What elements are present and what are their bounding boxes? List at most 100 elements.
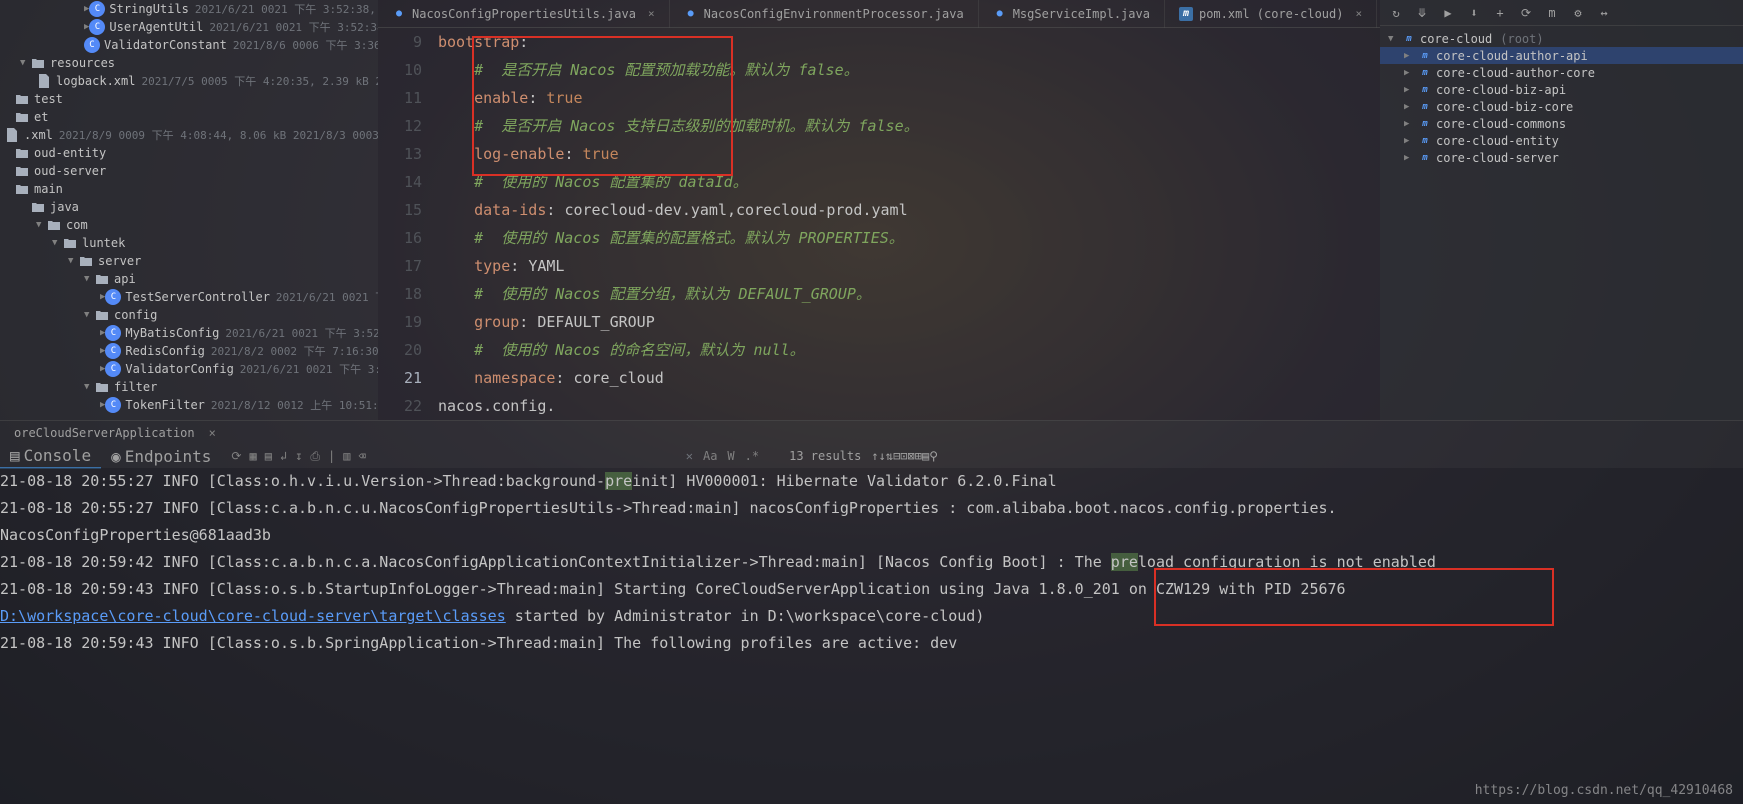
console-line[interactable]: 21-08-18 20:59:43 INFO [Class:o.s.b.Star… — [0, 576, 1743, 603]
console-link[interactable]: D:\workspace\core-cloud\core-cloud-serve… — [0, 607, 506, 625]
chevron-icon[interactable]: ▼ — [1388, 34, 1398, 44]
maven-item[interactable]: ▶mcore-cloud-biz-core — [1380, 98, 1743, 115]
project-tree[interactable]: ▶CStringUtils2021/6/21 0021 下午 3:52:38, … — [0, 0, 378, 420]
stop-icon[interactable]: ▦ — [249, 449, 256, 464]
regex-icon[interactable]: .* — [745, 449, 759, 463]
chevron-icon[interactable]: ▶ — [1404, 119, 1414, 129]
tree-item-UserAgentUtil[interactable]: ▶CUserAgentUtil2021/6/21 0021 下午 3:52:38… — [0, 18, 378, 36]
editor-tab[interactable]: mpom.xml (core-cloud)× — [1165, 0, 1377, 28]
code-line[interactable]: bootstrap: — [438, 28, 1380, 56]
tree-item-resources[interactable]: ▼resources — [0, 54, 378, 72]
tab-console[interactable]: ▤Console — [0, 444, 101, 469]
code-line[interactable]: # 使用的 Nacos 配置分组，默认为 DEFAULT_GROUP。 — [438, 280, 1380, 308]
run-config-tab[interactable]: oreCloudServerApplication — [4, 424, 205, 442]
editor-tab[interactable]: ●MsgServiceImpl.java — [979, 0, 1165, 28]
close-icon[interactable]: × — [1355, 7, 1362, 20]
code-line[interactable]: # 是否开启 Nacos 支持日志级别的加载时机。默认为 false。 — [438, 112, 1380, 140]
chevron-icon[interactable]: ▼ — [84, 382, 94, 392]
maven-tree[interactable]: ▼mcore-cloud(root)▶mcore-cloud-author-ap… — [1380, 26, 1743, 170]
tree-item-ValidatorConfig[interactable]: ▶CValidatorConfig2021/6/21 0021 下午 3:52:… — [0, 360, 378, 378]
tree-item-et[interactable]: et — [0, 108, 378, 126]
console-output[interactable]: 21-08-18 20:55:27 INFO [Class:o.h.v.i.u.… — [0, 468, 1743, 804]
tree-item-luntek[interactable]: ▼luntek — [0, 234, 378, 252]
chevron-icon[interactable]: ▶ — [1404, 51, 1414, 61]
maven-item[interactable]: ▶mcore-cloud-author-core — [1380, 64, 1743, 81]
maven-tool-icon[interactable]: ↻ — [1388, 6, 1404, 20]
tree-item-api[interactable]: ▼api — [0, 270, 378, 288]
maven-toolbar[interactable]: ↻⤋▶⬇+⟳m⚙↔ — [1380, 0, 1743, 26]
maven-item[interactable]: ▶mcore-cloud-author-api — [1380, 47, 1743, 64]
tree-item-.xml[interactable]: .xml2021/8/9 0009 下午 4:08:44, 8.06 kB 20… — [0, 126, 378, 144]
tree-item-oud-server[interactable]: oud-server — [0, 162, 378, 180]
tree-item-MyBatisConfig[interactable]: ▶CMyBatisConfig2021/6/21 0021 下午 3:52:38… — [0, 324, 378, 342]
console-line[interactable]: 21-08-18 20:59:42 INFO [Class:c.a.b.n.c.… — [0, 549, 1743, 576]
editor-tabs[interactable]: ●NacosConfigPropertiesUtils.java×●NacosC… — [378, 0, 1380, 28]
close-icon[interactable]: × — [209, 426, 216, 440]
chevron-icon[interactable]: ▶ — [1404, 85, 1414, 95]
wrap-icon[interactable]: ↲ — [280, 449, 287, 464]
chevron-icon[interactable]: ▶ — [1404, 102, 1414, 112]
tree-item-TokenFilter[interactable]: ▶CTokenFilter2021/8/12 0012 上午 10:51:55,… — [0, 396, 378, 414]
tab-endpoints[interactable]: ◉Endpoints — [101, 445, 221, 468]
chevron-icon[interactable]: ▶ — [1404, 68, 1414, 78]
chevron-icon[interactable]: ▶ — [1404, 136, 1414, 146]
chevron-icon[interactable]: ▼ — [52, 238, 62, 248]
find-nav-icon[interactable]: ⊠ — [908, 449, 915, 463]
console-line[interactable]: 21-08-18 20:55:27 INFO [Class:c.a.b.n.c.… — [0, 495, 1743, 522]
words-icon[interactable]: W — [727, 449, 734, 463]
find-nav-icon[interactable]: ⚲ — [929, 449, 938, 463]
code-line[interactable]: data-ids: corecloud-dev.yaml,corecloud-p… — [438, 196, 1380, 224]
console-line[interactable]: 21-08-18 20:59:43 INFO [Class:o.s.b.Spri… — [0, 630, 1743, 657]
tree-item-com[interactable]: ▼com — [0, 216, 378, 234]
console-line[interactable]: D:\workspace\core-cloud\core-cloud-serve… — [0, 603, 1743, 630]
code-line[interactable]: log-enable: true — [438, 140, 1380, 168]
chevron-icon[interactable]: ▼ — [36, 220, 46, 230]
find-nav-icon[interactable]: ↓ — [879, 449, 886, 463]
editor-tab[interactable]: ●NacosConfigPropertiesUtils.java× — [378, 0, 670, 28]
chevron-icon[interactable]: ▶ — [1404, 153, 1414, 163]
filter-icon[interactable]: ▥ — [343, 449, 350, 464]
clear-icon[interactable]: ⌫ — [359, 449, 366, 464]
tree-item-ValidatorConstant[interactable]: CValidatorConstant2021/8/6 0006 下午 3:36:… — [0, 36, 378, 54]
maven-tool-icon[interactable]: ▶ — [1440, 6, 1456, 20]
maven-tool-icon[interactable]: ⬇ — [1466, 6, 1482, 20]
console-line[interactable]: NacosConfigProperties@681aad3b — [0, 522, 1743, 549]
tree-item-filter[interactable]: ▼filter — [0, 378, 378, 396]
code-line[interactable]: # 使用的 Nacos 的命名空间，默认为 null。 — [438, 336, 1380, 364]
chevron-icon[interactable]: ▼ — [68, 256, 78, 266]
chevron-icon[interactable]: ▼ — [84, 274, 94, 284]
code-line[interactable]: # 使用的 Nacos 配置集的配置格式。默认为 PROPERTIES。 — [438, 224, 1380, 252]
maven-tool-icon[interactable]: ↔ — [1596, 6, 1612, 20]
layout-icon[interactable]: ▤ — [265, 449, 272, 464]
maven-tool-icon[interactable]: + — [1492, 6, 1508, 20]
editor-tab[interactable]: ●NacosConfigEnvironmentProcessor.java — [670, 0, 979, 28]
close-icon[interactable]: × — [648, 7, 655, 20]
maven-item[interactable]: ▶mcore-cloud-entity — [1380, 132, 1743, 149]
tree-item-TestServerController[interactable]: ▶CTestServerController2021/6/21 0021 下午 … — [0, 288, 378, 306]
maven-item[interactable]: ▶mcore-cloud-biz-api — [1380, 81, 1743, 98]
find-bar[interactable]: ✕ Aa W .* 13 results ↑↓⇅⊟⊡⊠⊞▤⚲ — [366, 444, 938, 468]
maven-tool-icon[interactable]: ⚙ — [1570, 6, 1586, 20]
run-toolbar[interactable]: ⟳ ▦ ▤ ↲ ↧ ⎙ | ▥ ⌫ — [221, 449, 365, 464]
code-lines[interactable]: bootstrap: # 是否开启 Nacos 配置预加载功能。默认为 fals… — [438, 28, 1380, 420]
tree-item-test[interactable]: test — [0, 90, 378, 108]
find-nav-icon[interactable]: ⇅ — [886, 449, 893, 463]
tree-item-RedisConfig[interactable]: ▶CRedisConfig2021/8/2 0002 下午 7:16:30, 3… — [0, 342, 378, 360]
console-line[interactable]: 21-08-18 20:55:27 INFO [Class:o.h.v.i.u.… — [0, 468, 1743, 495]
maven-item[interactable]: ▼mcore-cloud(root) — [1380, 30, 1743, 47]
code-line[interactable]: group: DEFAULT_GROUP — [438, 308, 1380, 336]
print-icon[interactable]: ⎙ — [310, 449, 320, 464]
find-nav-icon[interactable]: ↑ — [871, 449, 878, 463]
tree-item-logback.xml[interactable]: logback.xml2021/7/5 0005 下午 4:20:35, 2.3… — [0, 72, 378, 90]
tree-item-java[interactable]: java — [0, 198, 378, 216]
chevron-icon[interactable]: ▼ — [84, 310, 94, 320]
maven-tool-icon[interactable]: ⟳ — [1518, 6, 1534, 20]
code-line[interactable]: # 使用的 Nacos 配置集的 dataId。 — [438, 168, 1380, 196]
code-line[interactable]: enable: true — [438, 84, 1380, 112]
code-line[interactable]: namespace: core_cloud — [438, 364, 1380, 392]
tree-item-config[interactable]: ▼config — [0, 306, 378, 324]
match-case-icon[interactable]: Aa — [703, 449, 717, 463]
code-line[interactable]: # 是否开启 Nacos 配置预加载功能。默认为 false。 — [438, 56, 1380, 84]
maven-tool-icon[interactable]: m — [1544, 6, 1560, 20]
scroll-icon[interactable]: ↧ — [295, 449, 302, 464]
